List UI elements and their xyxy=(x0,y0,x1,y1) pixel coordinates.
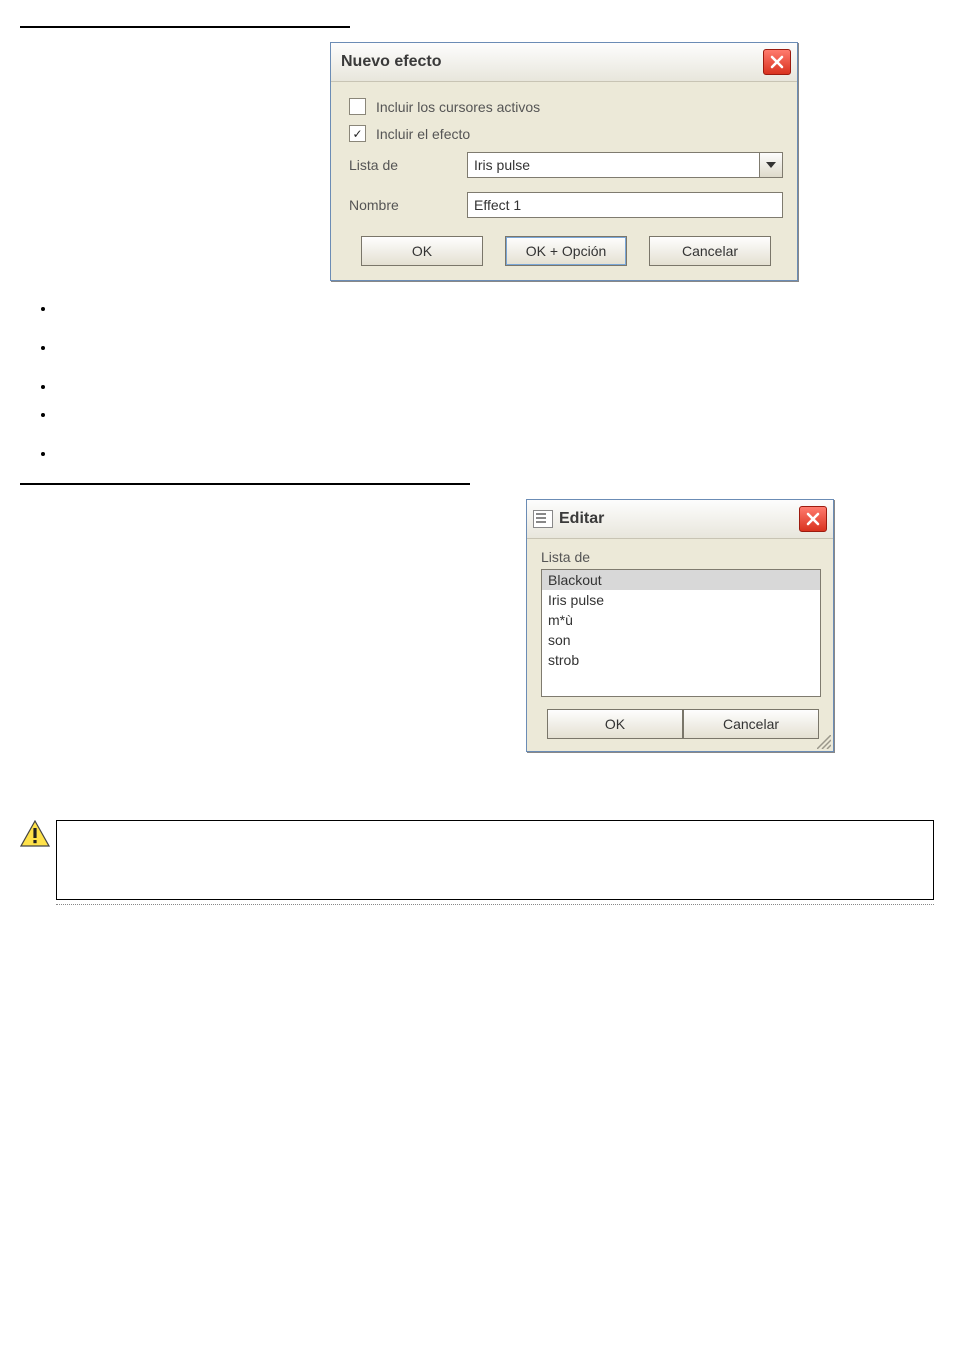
dialog-body: Lista de Blackout Iris pulse m*ù son str… xyxy=(527,539,833,751)
checkbox-include-effect[interactable]: ✓ xyxy=(349,125,366,142)
dialog-title: Editar xyxy=(559,510,604,528)
combo-dropdown-button[interactable] xyxy=(759,152,783,178)
button-row: OK OK + Opción Cancelar xyxy=(349,236,783,266)
warning-area xyxy=(20,820,934,900)
row-name: Nombre Effect 1 xyxy=(349,192,783,218)
bullet-list-1 xyxy=(56,299,934,465)
dialog-new-effect-wrapper: Nuevo efecto Incluir los cursores activo… xyxy=(330,42,798,281)
chevron-down-icon xyxy=(766,162,776,168)
close-button[interactable] xyxy=(799,506,827,532)
combo-list-of[interactable]: Iris pulse xyxy=(467,152,783,178)
list-item[interactable]: son xyxy=(542,630,820,650)
cancel-button[interactable]: Cancelar xyxy=(683,709,819,739)
list-item xyxy=(56,444,934,465)
list-item[interactable]: Blackout xyxy=(542,570,820,590)
checkbox-label-include-cursors: Incluir los cursores activos xyxy=(376,99,540,115)
dialog-edit: Editar Lista de Blackout Iris pulse m*ù … xyxy=(526,499,834,752)
list-item xyxy=(56,299,934,320)
list-item xyxy=(56,405,934,426)
section-divider-2 xyxy=(20,483,470,485)
close-icon xyxy=(805,511,821,527)
cancel-button[interactable]: Cancelar xyxy=(649,236,771,266)
titlebar: Nuevo efecto xyxy=(331,43,797,82)
checkbox-include-cursors[interactable] xyxy=(349,98,366,115)
close-button[interactable] xyxy=(763,49,791,75)
list-item xyxy=(56,377,934,398)
list-item[interactable]: m*ù xyxy=(542,610,820,630)
ok-option-button[interactable]: OK + Opción xyxy=(505,236,627,266)
dotted-divider xyxy=(56,904,934,905)
label-name: Nombre xyxy=(349,197,467,213)
section-divider xyxy=(20,26,350,28)
checkbox-row-include-cursors: Incluir los cursores activos xyxy=(349,98,783,115)
resize-grip-icon xyxy=(817,735,831,749)
listbox-effects[interactable]: Blackout Iris pulse m*ù son strob xyxy=(541,569,821,697)
label-list-of: Lista de xyxy=(349,157,467,173)
document-icon xyxy=(533,510,553,528)
warning-icon xyxy=(20,820,50,853)
close-icon xyxy=(769,54,785,70)
row-list-of: Lista de Iris pulse xyxy=(349,152,783,178)
titlebar: Editar xyxy=(527,500,833,539)
checkbox-row-include-effect: ✓ Incluir el efecto xyxy=(349,125,783,142)
titlebar-left: Editar xyxy=(533,510,604,528)
list-item[interactable]: Iris pulse xyxy=(542,590,820,610)
ok-button[interactable]: OK xyxy=(547,709,683,739)
label-list-of: Lista de xyxy=(541,549,821,565)
dialog-body: Incluir los cursores activos ✓ Incluir e… xyxy=(331,82,797,280)
button-row: OK Cancelar xyxy=(541,709,821,739)
warning-box xyxy=(56,820,934,900)
ok-button[interactable]: OK xyxy=(361,236,483,266)
combo-list-of-value[interactable]: Iris pulse xyxy=(467,152,759,178)
dialog-new-effect: Nuevo efecto Incluir los cursores activo… xyxy=(330,42,798,281)
dialog-title: Nuevo efecto xyxy=(341,53,441,71)
list-item[interactable]: strob xyxy=(542,650,820,670)
dialog-edit-wrapper: Editar Lista de Blackout Iris pulse m*ù … xyxy=(526,499,834,752)
list-item xyxy=(56,338,934,359)
checkbox-label-include-effect: Incluir el efecto xyxy=(376,126,470,142)
resize-grip[interactable] xyxy=(817,735,831,749)
input-name[interactable]: Effect 1 xyxy=(467,192,783,218)
